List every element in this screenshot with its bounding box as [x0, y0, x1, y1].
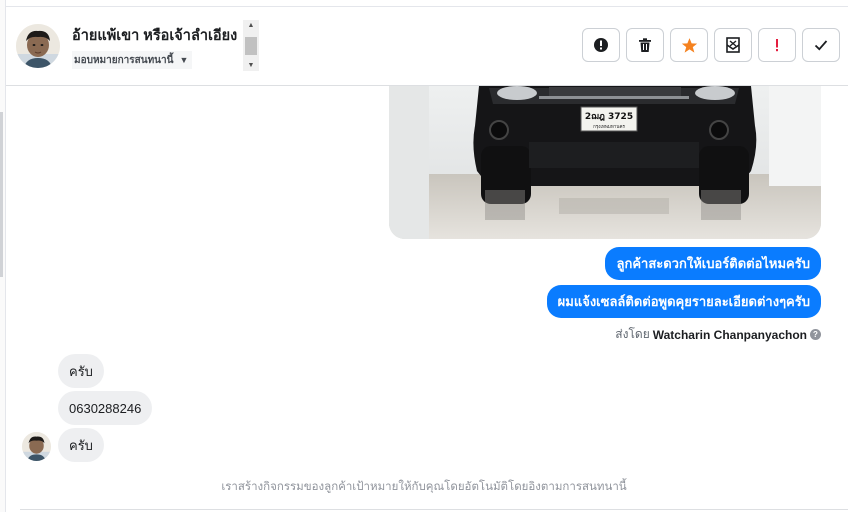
composer-divider: [20, 509, 848, 510]
incoming-message[interactable]: 0630288246: [58, 391, 153, 425]
delete-button[interactable]: [626, 28, 664, 62]
follow-up-button[interactable]: [758, 28, 796, 62]
outgoing-message[interactable]: ผมแจ้งเซลล์ติดต่อพูดคุยรายละเอียดต่างๆคร…: [546, 285, 821, 318]
sent-by-prefix: ส่งโดย: [615, 327, 650, 341]
conversation-actions: [582, 28, 840, 62]
left-scrollbar[interactable]: [0, 112, 3, 277]
license-plate-text: 2ฌฎ 3725: [585, 112, 633, 122]
exclamation-icon: [776, 39, 778, 52]
contact-name[interactable]: อ้ายแพ้เขา หรือเจ้าลำเอียง: [72, 24, 244, 47]
assign-conversation-dropdown[interactable]: มอบหมายการสนทนานี้ ▼: [72, 51, 193, 69]
shared-car-photo[interactable]: 2ฌฎ 3725 กรุงเทพมหานคร: [389, 86, 821, 239]
envelope-icon: [726, 37, 740, 53]
assign-label: มอบหมายการสนทนานี้: [74, 54, 174, 66]
license-plate-province: กรุงเทพมหานคร: [593, 124, 625, 130]
auto-activity-notice: เราสร้างกิจกรรมของลูกค้าเป้าหมายให้กับคุ…: [221, 481, 627, 493]
contact-avatar[interactable]: [16, 24, 60, 68]
star-icon: [681, 37, 697, 53]
report-spam-button[interactable]: [582, 28, 620, 62]
sender-avatar[interactable]: [22, 432, 51, 461]
trash-icon: [639, 38, 651, 52]
mark-done-button[interactable]: [802, 28, 840, 62]
conversation-header: อ้ายแพ้เขา หรือเจ้าลำเอียง มอบหมายการสนท…: [6, 6, 848, 86]
info-icon[interactable]: ?: [810, 329, 821, 340]
alert-circle-icon: [594, 38, 608, 52]
header-scrollbar[interactable]: ▲ ▼: [243, 20, 259, 71]
scroll-up-icon[interactable]: ▲: [243, 22, 259, 29]
sent-by-name[interactable]: Watcharin Chanpanyachon: [653, 328, 807, 342]
mark-unread-button[interactable]: [714, 28, 752, 62]
sent-by-line: ส่งโดย Watcharin Chanpanyachon ?: [615, 325, 821, 344]
scroll-down-icon[interactable]: ▼: [243, 62, 259, 69]
caret-down-icon: ▼: [179, 55, 189, 65]
check-icon: [814, 40, 828, 51]
incoming-message[interactable]: ครับ: [58, 428, 104, 462]
star-button[interactable]: [670, 28, 708, 62]
incoming-message[interactable]: ครับ: [58, 354, 104, 388]
outgoing-message[interactable]: ลูกค้าสะดวกให้เบอร์ติดต่อไหมครับ: [605, 247, 821, 280]
scroll-thumb[interactable]: [245, 37, 257, 55]
